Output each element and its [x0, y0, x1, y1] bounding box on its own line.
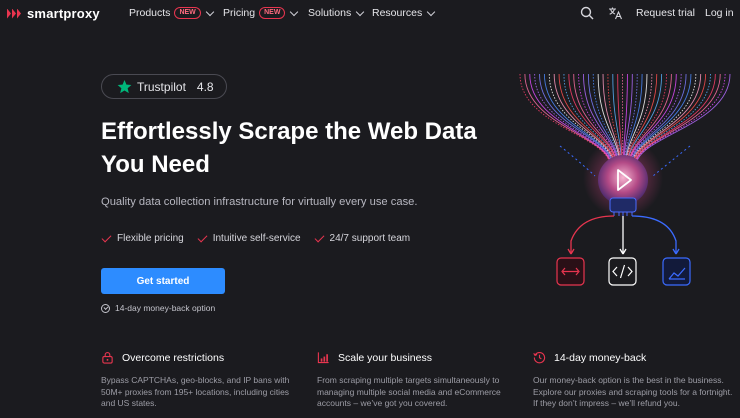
- money-back-icon: [533, 352, 546, 364]
- feature-item: Flexible pricing: [101, 232, 184, 244]
- transfer-icon: [556, 257, 585, 286]
- nav-resources[interactable]: Resources: [372, 7, 436, 19]
- nav-pricing[interactable]: Pricing NEW: [223, 7, 299, 19]
- benefit-title-label: Overcome restrictions: [122, 351, 225, 364]
- benefit-text: Bypass CAPTCHAs, geo-blocks, and IP bans…: [101, 375, 290, 408]
- login-link[interactable]: Log in: [705, 7, 734, 19]
- star-icon: [117, 79, 132, 94]
- check-icon: [101, 232, 112, 242]
- check-icon: [197, 232, 208, 242]
- output-line: [570, 215, 615, 254]
- nav-solutions-label: Solutions: [308, 7, 352, 19]
- check-icon: [314, 232, 324, 242]
- nav-solutions[interactable]: Solutions: [308, 7, 365, 19]
- page-title: Effortlessly Scrape the Web Data You Nee…: [101, 118, 477, 178]
- benefit-title-label: 14-day money-back: [554, 351, 647, 364]
- request-trial-link[interactable]: Request trial: [636, 7, 695, 19]
- new-badge: NEW: [174, 7, 201, 19]
- data-funnel-illustration: [519, 73, 731, 286]
- feature-label: Intuitive self-service: [212, 233, 301, 244]
- chart-line-icon: [662, 257, 691, 286]
- nav-pricing-label: Pricing: [223, 7, 256, 19]
- feature-item: Intuitive self-service: [197, 232, 301, 244]
- benefit-title: Scale your business: [317, 351, 517, 364]
- trustpilot-rating: 4.8: [196, 79, 214, 94]
- top-nav: smartproxy Products NEW Pricing NEW Solu…: [0, 0, 740, 28]
- benefit-text: Our money-back option is the best in the…: [533, 375, 733, 408]
- code-icon: [608, 257, 637, 286]
- money-back-label: 14-day money-back option: [115, 303, 216, 313]
- logo[interactable]: smartproxy: [7, 6, 100, 21]
- hero-subtitle: Quality data collection infrastructure f…: [101, 196, 418, 208]
- benefit-title-label: Scale your business: [338, 351, 432, 364]
- chevron-down-icon: [205, 7, 215, 16]
- chevron-down-icon: [355, 7, 365, 16]
- benefit-title: Overcome restrictions: [101, 351, 301, 364]
- nav-products[interactable]: Products NEW: [129, 7, 215, 19]
- get-started-button[interactable]: Get started: [101, 268, 225, 294]
- money-back-note: 14-day money-back option: [101, 303, 215, 313]
- feature-item: 24/7 support team: [314, 232, 411, 244]
- feature-label: Flexible pricing: [117, 233, 184, 244]
- trustpilot-badge[interactable]: Trustpilot 4.8: [101, 74, 227, 99]
- check-circle-icon: [101, 303, 110, 313]
- new-badge: NEW: [259, 7, 286, 19]
- output-line: [631, 215, 677, 254]
- logo-icon: [7, 8, 21, 19]
- logo-text: smartproxy: [27, 6, 100, 21]
- benefit-overcome-restrictions: Overcome restrictions Bypass CAPTCHAs, g…: [101, 351, 301, 410]
- benefit-scale-business: Scale your business From scraping multip…: [317, 351, 517, 410]
- translate-icon[interactable]: [607, 5, 623, 21]
- feature-list: Flexible pricing Intuitive self-service …: [101, 232, 411, 244]
- connector-chip: [609, 197, 637, 213]
- nav-products-label: Products: [129, 7, 171, 19]
- feature-label: 24/7 support team: [329, 233, 411, 244]
- benefit-money-back: 14-day money-back Our money-back option …: [533, 351, 738, 410]
- lock-icon: [102, 352, 113, 364]
- search-icon[interactable]: [579, 5, 595, 21]
- trustpilot-label: Trustpilot: [137, 79, 186, 94]
- benefit-title: 14-day money-back: [533, 351, 738, 364]
- benefit-text: From scraping multiple targets simultane…: [317, 375, 501, 408]
- nav-resources-label: Resources: [372, 7, 423, 19]
- chevron-down-icon: [290, 7, 299, 16]
- chevron-down-icon: [426, 7, 436, 16]
- chart-icon: [317, 352, 329, 364]
